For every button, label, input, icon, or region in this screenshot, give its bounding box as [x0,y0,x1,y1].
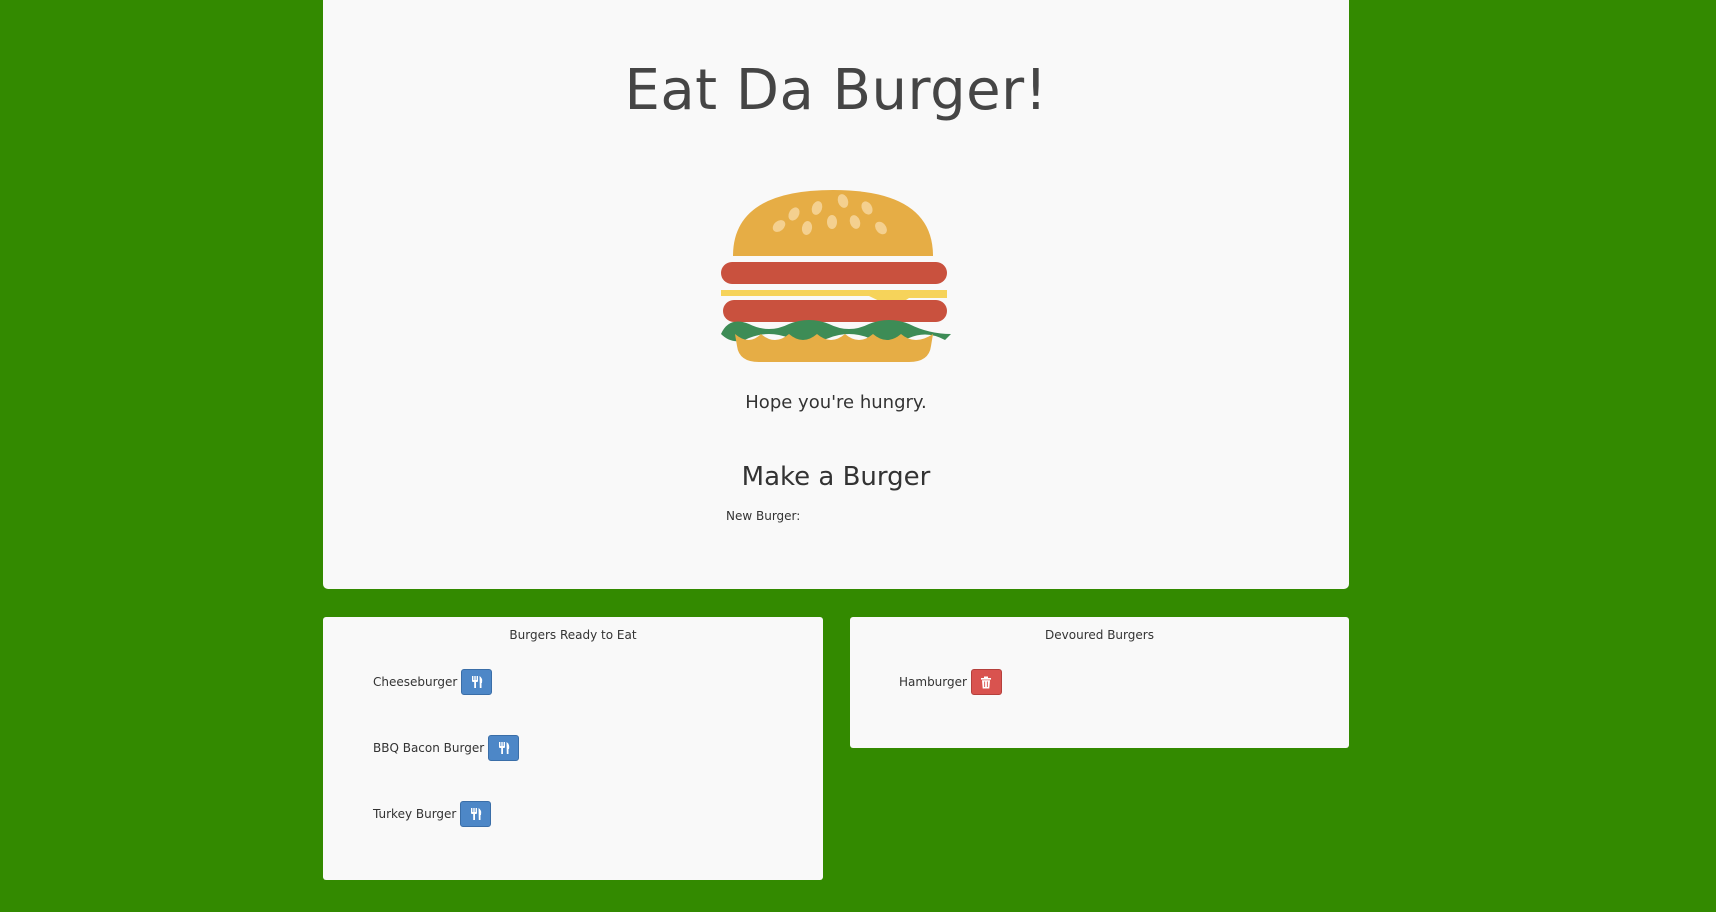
list-item: Turkey Burger [373,801,492,827]
page-title: Eat Da Burger! [624,58,1048,123]
list-item: Hamburger [899,669,1002,695]
list-item: BBQ Bacon Burger [373,735,520,761]
burger-name: Hamburger [899,675,967,689]
burger-name: BBQ Bacon Burger [373,741,485,755]
devour-button[interactable] [461,669,493,695]
delete-button[interactable] [970,669,1002,695]
fork-knife-icon [471,676,482,688]
devour-button[interactable] [488,735,520,761]
list-item: Cheeseburger [373,669,493,695]
devoured-panel-title: Devoured Burgers [1045,628,1154,642]
trash-icon [981,676,992,688]
fork-knife-icon [470,808,482,820]
burger-icon [721,190,951,362]
form-title: Make a Burger [741,462,931,492]
devoured-burgers-panel: Devoured Burgers Hamburger [850,617,1349,748]
header-card: Eat Da Burger! Hope you're hungry. Make … [323,0,1349,589]
ready-burgers-panel: Burgers Ready to Eat Cheeseburger BBQ Ba… [323,617,823,880]
burger-name: Cheeseburger [373,675,458,689]
fork-knife-icon [498,742,509,754]
ready-panel-title: Burgers Ready to Eat [509,628,637,642]
burger-name: Turkey Burger [373,807,457,821]
devour-button[interactable] [460,801,492,827]
tagline: Hope you're hungry. [745,392,927,413]
new-burger-label: New Burger: [726,509,801,523]
new-burger-input[interactable] [796,505,1000,527]
